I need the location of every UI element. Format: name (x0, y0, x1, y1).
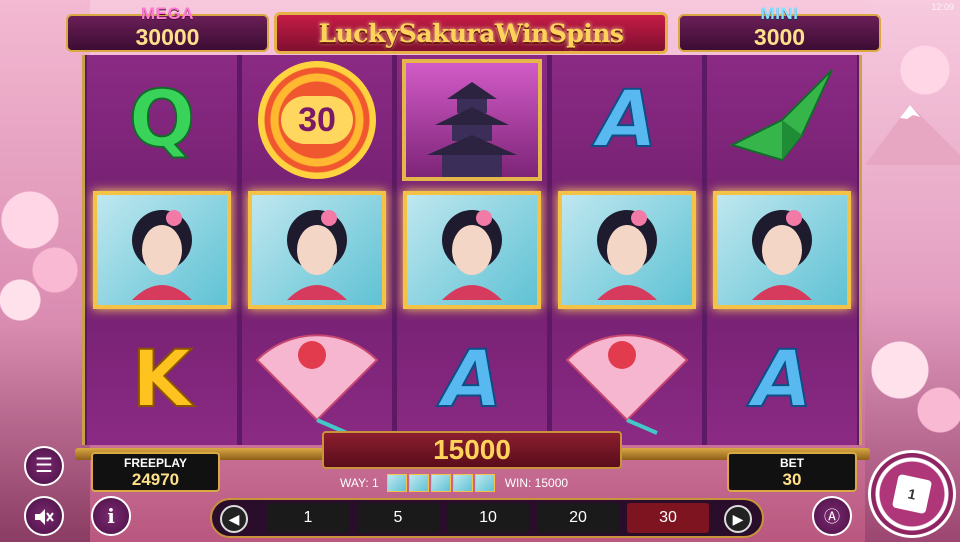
game-title: LuckySakuraWinSpins (274, 12, 668, 54)
freeplay-panel: FREEPLAY 24970 (91, 452, 220, 492)
symbol-crane (707, 55, 857, 185)
info-button[interactable]: i (91, 496, 131, 536)
symbol-a: A (751, 334, 813, 426)
symbol-geisha (713, 191, 851, 309)
symbol-coin: 30 (242, 55, 392, 185)
mega-jackpot: MEGA 30000 (66, 4, 269, 52)
way-label: WAY: 1 (340, 476, 379, 490)
mini-value: 3000 (753, 24, 806, 50)
symbol-pagoda (397, 55, 547, 185)
mega-label: MEGA (141, 4, 194, 23)
spin-icon: 1 (891, 473, 933, 515)
symbol-geisha (248, 191, 386, 309)
game-title-text: LuckySakuraWinSpins (318, 18, 624, 48)
origami-crane-icon (729, 69, 833, 162)
bet-option-1[interactable]: 1 (267, 503, 349, 533)
geisha-mini-icon (474, 474, 495, 492)
coin-value: 30 (281, 96, 353, 144)
reel-3: A (397, 55, 547, 445)
bet-selector: ◀ 1 5 10 20 30 ▶ (210, 498, 764, 538)
symbol-geisha (558, 191, 696, 309)
sound-button[interactable] (24, 496, 64, 536)
coin-icon: 30 (258, 61, 376, 179)
menu-button[interactable]: ☰ (24, 446, 64, 486)
mountain-graphic (865, 105, 960, 165)
symbol-a: A (441, 334, 503, 426)
bet-panel: BET 30 (727, 452, 857, 492)
autoplay-button[interactable]: Ⓐ (812, 496, 852, 536)
geisha-mini-icon (408, 474, 429, 492)
chevron-right-icon: ▶ (732, 511, 744, 527)
freeplay-value: 24970 (131, 470, 180, 489)
symbol-geisha (93, 191, 231, 309)
bet-value: 30 (782, 470, 802, 489)
bet-next-button[interactable]: ▶ (724, 505, 752, 533)
geisha-icon (752, 210, 812, 300)
speaker-muted-icon (35, 509, 54, 525)
mini-jackpot: MINI 3000 (678, 4, 881, 52)
bet-option-20[interactable]: 20 (537, 503, 619, 533)
autoplay-icon: Ⓐ (823, 509, 840, 526)
bet-prev-button[interactable]: ◀ (220, 505, 248, 533)
reel-4: A (552, 55, 702, 445)
bet-option-30[interactable]: 30 (627, 503, 709, 533)
win-amount-display: 15000 (322, 431, 622, 469)
geisha-icon (287, 210, 347, 300)
geisha-mini-icon (386, 474, 407, 492)
geisha-mini-icon (430, 474, 451, 492)
symbol-k: K (131, 334, 193, 426)
spin-button[interactable]: 1 (868, 450, 956, 538)
chevron-left-icon: ◀ (228, 511, 240, 527)
win-label: WIN: 15000 (504, 476, 569, 490)
bet-label: BET (780, 456, 804, 470)
reel-5: A (707, 55, 857, 445)
pagoda-icon (427, 82, 517, 177)
geisha-mini-icon (452, 474, 473, 492)
symbol-fan (552, 315, 702, 445)
fan-icon (565, 334, 689, 435)
spin-badge: 1 (906, 485, 918, 503)
geisha-icon (132, 210, 192, 300)
win-info-line: WAY: 1 WIN: 15000 (340, 473, 640, 493)
pagoda-frame (402, 59, 542, 181)
reel-2: 30 (242, 55, 392, 445)
symbol-a: A (596, 74, 658, 166)
mini-label: MINI (760, 4, 799, 23)
reel-grid: Q K 30 A A A (82, 55, 862, 445)
geisha-icon (597, 210, 657, 300)
hamburger-icon: ☰ (35, 455, 53, 477)
geisha-icon (442, 210, 502, 300)
bet-option-10[interactable]: 10 (447, 503, 529, 533)
info-icon: i (107, 504, 115, 528)
system-clock: 12:09 (931, 2, 954, 12)
fan-icon (255, 334, 379, 435)
bet-option-5[interactable]: 5 (357, 503, 439, 533)
symbol-q: Q (128, 74, 196, 166)
freeplay-label: FREEPLAY (124, 456, 187, 470)
reel-1: Q K (87, 55, 237, 445)
symbol-geisha (403, 191, 541, 309)
mega-value: 30000 (135, 24, 200, 50)
symbol-fan (242, 315, 392, 445)
